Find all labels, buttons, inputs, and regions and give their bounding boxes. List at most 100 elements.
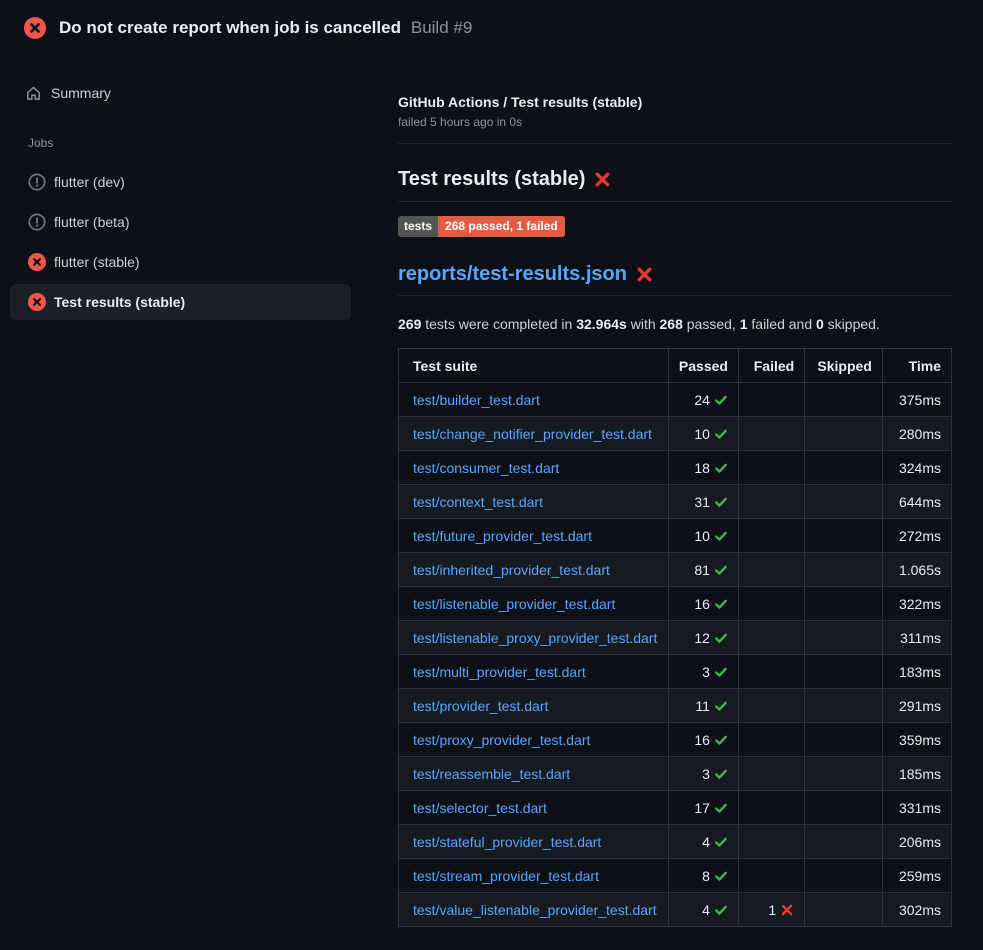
failed-cell bbox=[738, 825, 804, 859]
suite-cell: test/selector_test.dart bbox=[399, 791, 669, 825]
check-icon bbox=[714, 495, 728, 509]
test-suite-link[interactable]: test/value_listenable_provider_test.dart bbox=[413, 902, 657, 918]
time-cell: 324ms bbox=[882, 451, 951, 485]
passed-cell: 4 bbox=[668, 825, 738, 859]
failed-cell bbox=[738, 383, 804, 417]
test-suite-link[interactable]: test/reassemble_test.dart bbox=[413, 766, 570, 782]
x-circle-fill-icon bbox=[24, 17, 46, 39]
passed-cell: 4 bbox=[668, 893, 738, 927]
test-suite-link[interactable]: test/future_provider_test.dart bbox=[413, 528, 592, 544]
failed-cell bbox=[738, 757, 804, 791]
passed-cell: 31 bbox=[668, 485, 738, 519]
test-suite-link[interactable]: test/context_test.dart bbox=[413, 494, 543, 510]
cross-mark-icon bbox=[594, 171, 611, 188]
badge-label: tests bbox=[398, 216, 438, 237]
test-suite-link[interactable]: test/stateful_provider_test.dart bbox=[413, 834, 601, 850]
suite-cell: test/change_notifier_provider_test.dart bbox=[399, 417, 669, 451]
time-cell: 302ms bbox=[882, 893, 951, 927]
passed-cell: 17 bbox=[668, 791, 738, 825]
skipped-cell bbox=[805, 859, 883, 893]
time-cell: 331ms bbox=[882, 791, 951, 825]
build-number: Build #9 bbox=[411, 18, 472, 37]
test-suite-link[interactable]: test/stream_provider_test.dart bbox=[413, 868, 599, 884]
passed-cell: 3 bbox=[668, 655, 738, 689]
suite-cell: test/reassemble_test.dart bbox=[399, 757, 669, 791]
section-title: Test results (stable) bbox=[398, 168, 952, 202]
col-header-time: Time bbox=[882, 349, 951, 383]
passed-cell: 16 bbox=[668, 723, 738, 757]
stop-circle-icon bbox=[28, 173, 46, 191]
suite-cell: test/provider_test.dart bbox=[399, 689, 669, 723]
table-row: test/provider_test.dart 11 291ms bbox=[399, 689, 952, 723]
passed-cell: 18 bbox=[668, 451, 738, 485]
run-title: Do not create report when job is cancell… bbox=[59, 18, 401, 37]
passed-cell: 24 bbox=[668, 383, 738, 417]
sidebar-item-flutter-stable[interactable]: flutter (stable) bbox=[10, 244, 351, 280]
check-icon bbox=[714, 733, 728, 747]
test-suite-link[interactable]: test/provider_test.dart bbox=[413, 698, 548, 714]
sidebar-item-flutter-dev[interactable]: flutter (dev) bbox=[10, 164, 351, 200]
suite-cell: test/inherited_provider_test.dart bbox=[399, 553, 669, 587]
test-suite-link[interactable]: test/consumer_test.dart bbox=[413, 460, 559, 476]
skipped-cell bbox=[805, 689, 883, 723]
test-suite-link[interactable]: test/inherited_provider_test.dart bbox=[413, 562, 610, 578]
failed-cell bbox=[738, 485, 804, 519]
failed-cell bbox=[738, 553, 804, 587]
test-suite-link[interactable]: test/selector_test.dart bbox=[413, 800, 547, 816]
suite-cell: test/proxy_provider_test.dart bbox=[399, 723, 669, 757]
suite-cell: test/listenable_proxy_provider_test.dart bbox=[399, 621, 669, 655]
table-row: test/context_test.dart 31 644ms bbox=[399, 485, 952, 519]
table-row: test/inherited_provider_test.dart 81 1.0… bbox=[399, 553, 952, 587]
check-icon bbox=[714, 835, 728, 849]
check-icon bbox=[714, 869, 728, 883]
job-label: flutter (stable) bbox=[54, 254, 140, 270]
skipped-cell bbox=[805, 723, 883, 757]
test-summary-sentence: 269 tests were completed in 32.964s with… bbox=[398, 316, 952, 332]
sidebar-item-test-results-stable[interactable]: Test results (stable) bbox=[10, 284, 351, 320]
job-label: Test results (stable) bbox=[54, 294, 185, 310]
table-row: test/change_notifier_provider_test.dart … bbox=[399, 417, 952, 451]
results-table-body: test/builder_test.dart 24 375ms test/cha… bbox=[399, 383, 952, 927]
check-icon bbox=[714, 903, 728, 917]
jobs-sidebar: Summary Jobs flutter (dev) flutter (beta… bbox=[0, 56, 398, 324]
run-title-group: Do not create report when job is cancell… bbox=[59, 18, 472, 38]
failed-cell bbox=[738, 451, 804, 485]
skipped-cell bbox=[805, 893, 883, 927]
job-detail-panel: GitHub Actions / Test results (stable) f… bbox=[398, 56, 983, 927]
skipped-cell bbox=[805, 553, 883, 587]
failed-cell bbox=[738, 417, 804, 451]
skipped-cell bbox=[805, 655, 883, 689]
sidebar-item-flutter-beta[interactable]: flutter (beta) bbox=[10, 204, 351, 240]
suite-cell: test/builder_test.dart bbox=[399, 383, 669, 417]
x-mark-icon bbox=[780, 903, 794, 917]
check-icon bbox=[714, 801, 728, 815]
test-suite-link[interactable]: test/builder_test.dart bbox=[413, 392, 540, 408]
skipped-cell bbox=[805, 519, 883, 553]
col-header-passed: Passed bbox=[668, 349, 738, 383]
failed-cell bbox=[738, 621, 804, 655]
failed-cell bbox=[738, 587, 804, 621]
test-suite-link[interactable]: test/listenable_provider_test.dart bbox=[413, 596, 615, 612]
passed-cell: 12 bbox=[668, 621, 738, 655]
skipped-cell bbox=[805, 757, 883, 791]
test-suite-link[interactable]: test/proxy_provider_test.dart bbox=[413, 732, 590, 748]
failed-cell: 1 bbox=[738, 893, 804, 927]
test-suite-link[interactable]: test/change_notifier_provider_test.dart bbox=[413, 426, 652, 442]
divider bbox=[398, 143, 952, 144]
report-file-link[interactable]: reports/test-results.json bbox=[398, 263, 627, 285]
time-cell: 644ms bbox=[882, 485, 951, 519]
time-cell: 185ms bbox=[882, 757, 951, 791]
passed-cell: 81 bbox=[668, 553, 738, 587]
jobs-section-label: Jobs bbox=[0, 136, 398, 150]
job-label: flutter (dev) bbox=[54, 174, 125, 190]
time-cell: 272ms bbox=[882, 519, 951, 553]
table-row: test/consumer_test.dart 18 324ms bbox=[399, 451, 952, 485]
skipped-cell bbox=[805, 383, 883, 417]
table-row: test/stateful_provider_test.dart 4 206ms bbox=[399, 825, 952, 859]
suite-cell: test/consumer_test.dart bbox=[399, 451, 669, 485]
sidebar-item-summary[interactable]: Summary bbox=[0, 80, 398, 106]
test-suite-link[interactable]: test/listenable_proxy_provider_test.dart bbox=[413, 630, 657, 646]
test-suite-link[interactable]: test/multi_provider_test.dart bbox=[413, 664, 586, 680]
suite-cell: test/stateful_provider_test.dart bbox=[399, 825, 669, 859]
suite-cell: test/listenable_provider_test.dart bbox=[399, 587, 669, 621]
